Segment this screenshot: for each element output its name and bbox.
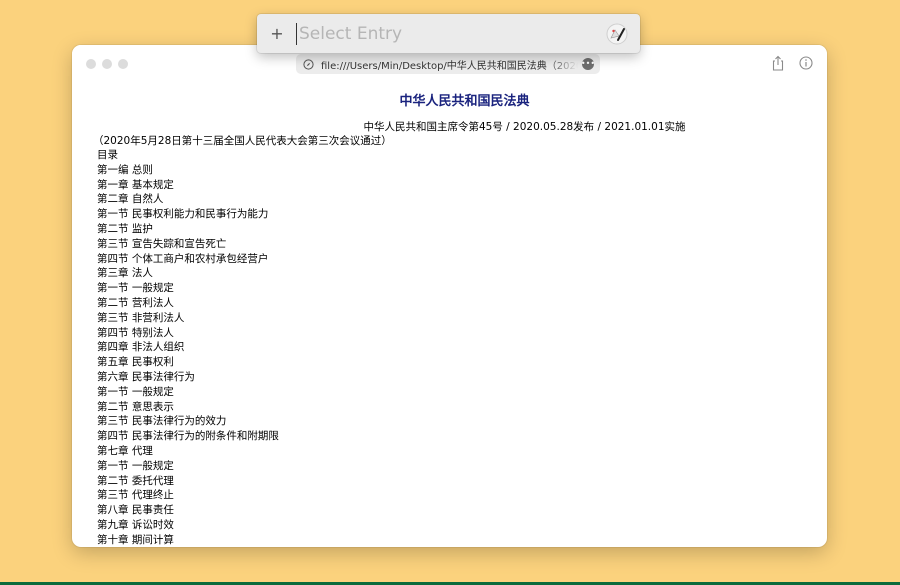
toc-item: 第三章 法人 (97, 267, 153, 280)
toc-item: 第四节 个体工商户和农村承包经营户 (97, 252, 269, 265)
toc-item: 第七章 代理 (97, 444, 153, 457)
toc-item: 第二节 营利法人 (97, 296, 174, 309)
toc-item: 第五章 民事权利 (97, 356, 174, 369)
page-content: 中华人民共和国民法典 中华人民共和国主席令第45号 / 2020.05.28发布… (72, 85, 827, 547)
toc-item: 第三节 代理终止 (97, 489, 174, 502)
document-subtitle: 中华人民共和国主席令第45号 / 2020.05.28发布 / 2021.01.… (363, 121, 686, 133)
close-window-button[interactable] (86, 59, 96, 69)
toc-item: 第一节 一般规定 (97, 282, 174, 295)
address-bar[interactable]: file:///Users/Min/Desktop/中华人民共和国民法典（202… (296, 54, 600, 74)
toc-item: 目录 (97, 149, 118, 161)
select-entry-input[interactable] (296, 22, 600, 45)
document-title: 中华人民共和国民法典 (399, 94, 530, 109)
toc-item: 第十章 期间计算 (97, 533, 174, 546)
pen-paper-app-icon[interactable] (606, 23, 628, 45)
toc-item: 第八章 民事责任 (97, 504, 174, 517)
toc-item: 第四章 非法人组织 (97, 341, 185, 354)
minimize-window-button[interactable] (102, 59, 112, 69)
add-entry-button[interactable]: + (270, 25, 284, 42)
info-icon[interactable] (799, 56, 813, 70)
window-controls (86, 59, 128, 69)
toc-item: 第一节 民事权利能力和民事行为能力 (97, 208, 269, 221)
toc-item: 第一节 一般规定 (97, 385, 174, 398)
share-icon[interactable] (771, 55, 785, 71)
zoom-window-button[interactable] (118, 59, 128, 69)
toc-item: 第六章 民事法律行为 (97, 370, 195, 383)
table-of-contents: 目录第一编 总则第一章 基本规定 第二章 自然人第一节 民事权利能力和民事行为能力… (97, 148, 827, 547)
toc-item: 第三节 非营利法人 (97, 311, 185, 324)
desktop-background: + file:///Users/Min/Desktop/中华人民共和国民法典（2… (0, 0, 900, 585)
toc-item: 第一编 总则 (97, 163, 153, 176)
toc-item: 第一节 一般规定 (97, 459, 174, 472)
toc-item: 第九章 诉讼时效 (97, 518, 174, 531)
toc-item: 第二节 委托代理 (97, 474, 174, 487)
toc-item: 第三节 宣告失踪和宣告死亡 (97, 237, 227, 250)
browser-window: file:///Users/Min/Desktop/中华人民共和国民法典（202… (72, 45, 827, 547)
more-icon[interactable]: ••• (581, 58, 595, 70)
toc-item: 第二节 监护 (97, 222, 153, 235)
toc-item: 第二节 意思表示 (97, 400, 174, 413)
compass-icon (303, 58, 314, 70)
toc-item: 第四节 特别法人 (97, 326, 174, 339)
url-text: file:///Users/Min/Desktop/中华人民共和国民法典（202… (321, 60, 578, 72)
toc-item: 第二章 自然人 (97, 193, 164, 206)
document-note: （2020年5月28日第十三届全国人民代表大会第三次会议通过） (93, 135, 392, 147)
toc-item: 第一章 基本规定 (97, 178, 174, 191)
select-entry-panel: + (257, 14, 640, 53)
toc-item: 第四节 民事法律行为的附条件和附期限 (97, 430, 279, 443)
toc-item: 第三节 民事法律行为的效力 (97, 415, 227, 428)
